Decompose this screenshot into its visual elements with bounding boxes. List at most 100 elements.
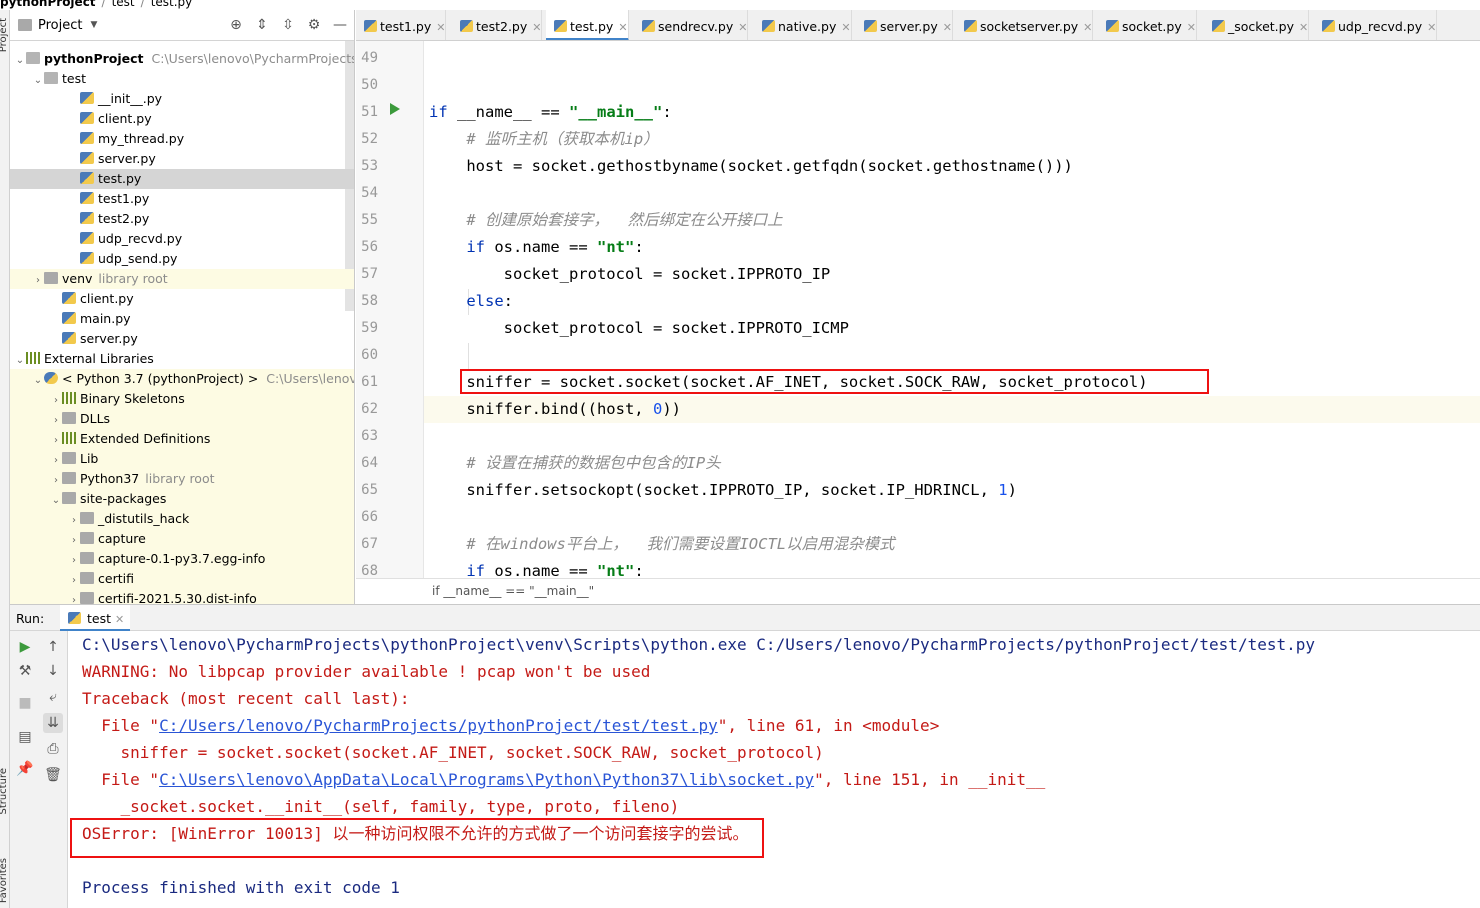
console-file-link[interactable]: C:\Users\lenovo\AppData\Local\Programs\P…: [159, 770, 814, 789]
tree-item[interactable]: › certifi-2021.5.30.dist-info: [10, 589, 354, 604]
tree-item[interactable]: udp_recvd.py: [10, 229, 354, 249]
tree-item[interactable]: main.py: [10, 309, 354, 329]
chevron-down-icon[interactable]: ▼: [90, 20, 97, 30]
breadcrumb-project[interactable]: pythonProject: [0, 0, 96, 10]
chevron-down-icon[interactable]: ⌄: [32, 371, 44, 391]
code-line[interactable]: # 在windows平台上， 我们需要设置IOCTL以启用混杂模式: [424, 531, 1480, 558]
editor-tab[interactable]: socket.py ✕: [1098, 10, 1197, 40]
close-icon[interactable]: ✕: [943, 21, 952, 34]
tree-item[interactable]: › capture: [10, 529, 354, 551]
hide-panel-icon[interactable]: —: [332, 17, 348, 33]
close-icon[interactable]: ✕: [1187, 21, 1196, 34]
code-line[interactable]: host = socket.gethostbyname(socket.getfq…: [424, 153, 1480, 180]
close-icon[interactable]: ✕: [115, 613, 124, 626]
code-line[interactable]: [424, 423, 1480, 450]
code-line[interactable]: if os.name == "nt":: [424, 558, 1480, 578]
pin-icon[interactable]: 📌: [15, 759, 35, 779]
chevron-down-icon[interactable]: ⌄: [50, 491, 62, 511]
editor-tab[interactable]: test1.py ✕: [356, 10, 447, 40]
tree-item[interactable]: › Binary Skeletons: [10, 389, 354, 411]
run-gutter-icon[interactable]: [390, 103, 400, 115]
chevron-right-icon[interactable]: ›: [68, 551, 80, 571]
code-line[interactable]: [424, 180, 1480, 207]
close-icon[interactable]: ✕: [1299, 21, 1308, 34]
tree-item[interactable]: › certifi: [10, 569, 354, 591]
tree-item[interactable]: test.py: [10, 169, 354, 189]
breadcrumb-folder[interactable]: test: [112, 0, 135, 10]
code-line[interactable]: [424, 504, 1480, 531]
tree-item[interactable]: › Python37 library root: [10, 469, 354, 491]
chevron-down-icon[interactable]: ⌄: [14, 51, 26, 71]
chevron-right-icon[interactable]: ›: [68, 591, 80, 604]
editor-tab[interactable]: test2.py ✕: [452, 10, 543, 40]
scroll-up-icon[interactable]: ↑: [43, 637, 63, 657]
close-icon[interactable]: ✕: [618, 21, 627, 34]
tree-item[interactable]: ⌄ pythonProject C:\Users\lenovo\PycharmPro…: [10, 49, 354, 71]
tree-item[interactable]: udp_send.py: [10, 249, 354, 269]
close-icon[interactable]: ✕: [841, 21, 850, 34]
tree-item[interactable]: ⌄ External Libraries: [10, 349, 354, 371]
editor-tab[interactable]: _socket.py ✕: [1204, 10, 1310, 40]
chevron-right-icon[interactable]: ›: [50, 471, 62, 491]
expand-all-icon[interactable]: ⇕: [254, 17, 270, 33]
scroll-to-end-icon[interactable]: ⇊: [43, 713, 63, 733]
code-line[interactable]: else:: [424, 288, 1480, 315]
rerun-icon[interactable]: ▶: [15, 637, 35, 657]
code-line[interactable]: if __name__ == "__main__":: [424, 99, 1480, 126]
tree-item[interactable]: server.py: [10, 329, 354, 349]
close-icon[interactable]: ✕: [436, 21, 445, 34]
scroll-down-icon[interactable]: ↓: [43, 661, 63, 681]
code-line[interactable]: # 设置在捕获的数据包中包含的IP头: [424, 450, 1480, 477]
wrench-icon[interactable]: ⚒: [15, 661, 35, 681]
code-line[interactable]: [424, 342, 1480, 369]
code-line[interactable]: sniffer.bind((host, 0)): [424, 396, 1480, 423]
editor-tab[interactable]: socketserver.py ✕: [956, 10, 1094, 40]
chevron-down-icon[interactable]: ⌄: [14, 351, 26, 371]
run-tab-test[interactable]: test ✕: [60, 605, 131, 631]
tree-item[interactable]: client.py: [10, 289, 354, 309]
editor-tab[interactable]: native.py ✕: [754, 10, 852, 40]
gear-icon[interactable]: ⚙: [306, 17, 322, 33]
editor-tab[interactable]: sendrecv.py ✕: [634, 10, 749, 40]
tree-item[interactable]: server.py: [10, 149, 354, 169]
tree-item[interactable]: › Extended Definitions: [10, 429, 354, 449]
tree-item[interactable]: › venv library root: [10, 269, 354, 291]
editor-tab[interactable]: udp_recvd.py ✕: [1314, 10, 1438, 40]
close-icon[interactable]: ✕: [1427, 21, 1436, 34]
tree-item[interactable]: › _distutils_hack: [10, 509, 354, 531]
chevron-right-icon[interactable]: ›: [32, 271, 44, 291]
code-line[interactable]: # 创建原始套接字， 然后绑定在公开接口上: [424, 207, 1480, 234]
project-view-dropdown[interactable]: Project: [38, 18, 82, 33]
tree-item[interactable]: test1.py: [10, 189, 354, 209]
tree-item[interactable]: ⌄ test: [10, 69, 354, 89]
chevron-right-icon[interactable]: ›: [68, 531, 80, 551]
stop-icon[interactable]: ■: [15, 693, 35, 713]
chevron-right-icon[interactable]: ›: [50, 411, 62, 431]
breadcrumb-file[interactable]: test.py: [151, 0, 193, 10]
code-line[interactable]: [424, 45, 1480, 72]
chevron-right-icon[interactable]: ›: [68, 571, 80, 591]
locate-file-icon[interactable]: ⊕: [228, 17, 244, 33]
tree-item[interactable]: ⌄ < Python 3.7 (pythonProject) > C:\Users\…: [10, 369, 354, 391]
print-icon[interactable]: ⎙: [43, 739, 63, 759]
trash-icon[interactable]: 🗑: [43, 765, 63, 785]
close-icon[interactable]: ✕: [532, 21, 541, 34]
editor-tab[interactable]: test.py ✕: [546, 10, 629, 40]
editor-scope-crumb[interactable]: if __name__ == "__main__": [432, 584, 594, 598]
chevron-right-icon[interactable]: ›: [68, 511, 80, 531]
chevron-right-icon[interactable]: ›: [50, 391, 62, 411]
code-line[interactable]: [424, 72, 1480, 99]
close-icon[interactable]: ✕: [738, 21, 747, 34]
code-editor[interactable]: if __name__ == "__main__": # 监听主机（获取本机ip…: [424, 41, 1480, 578]
tree-item[interactable]: › capture-0.1-py3.7.egg-info: [10, 549, 354, 571]
tree-item[interactable]: client.py: [10, 109, 354, 129]
editor-tab[interactable]: server.py ✕: [856, 10, 953, 40]
collapse-all-icon[interactable]: ⇳: [280, 17, 296, 33]
tree-item[interactable]: › Lib: [10, 449, 354, 471]
soft-wrap-icon[interactable]: ⤶: [43, 687, 63, 707]
code-line[interactable]: socket_protocol = socket.IPPROTO_ICMP: [424, 315, 1480, 342]
console-file-link[interactable]: C:/Users/lenovo/PycharmProjects/pythonPr…: [159, 716, 718, 735]
close-icon[interactable]: ✕: [1083, 21, 1092, 34]
tree-item[interactable]: my_thread.py: [10, 129, 354, 149]
chevron-right-icon[interactable]: ›: [50, 451, 62, 471]
